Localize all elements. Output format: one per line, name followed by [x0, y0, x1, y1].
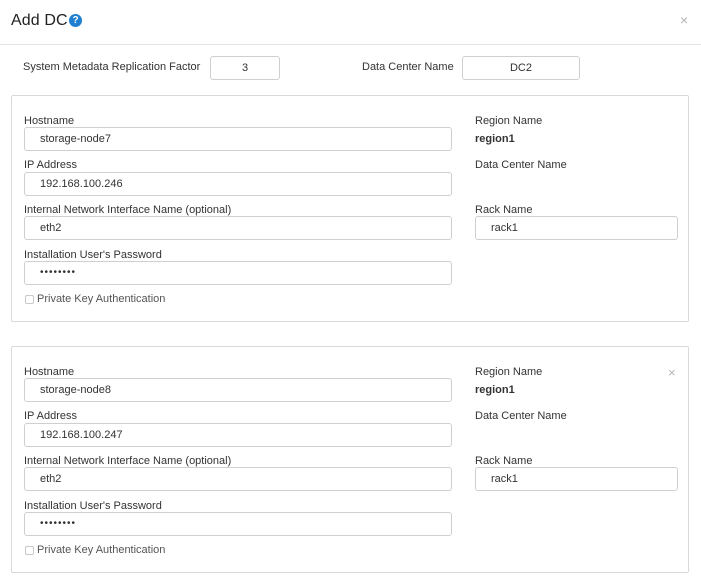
- dialog-title: Add DC: [11, 12, 68, 29]
- rack-name-input[interactable]: rack1: [475, 467, 678, 491]
- password-label: Installation User's Password: [24, 249, 162, 261]
- interface-name-label: Internal Network Interface Name (optiona…: [24, 455, 232, 467]
- private-key-label: Private Key Authentication: [37, 544, 166, 556]
- interface-name-input[interactable]: eth2: [24, 216, 452, 240]
- question-icon[interactable]: ?: [69, 14, 82, 27]
- hostname-label: Hostname: [24, 115, 75, 127]
- ip-address-label: IP Address: [24, 410, 77, 422]
- node-card: Hostname storage-node8 IP Address 192.16…: [11, 346, 689, 573]
- remove-node-icon[interactable]: ×: [668, 366, 676, 379]
- ip-address-label: IP Address: [24, 159, 77, 171]
- node-card: Hostname storage-node7 IP Address 192.16…: [11, 95, 689, 322]
- dc-name-node-label: Data Center Name: [475, 410, 567, 422]
- dc-name-node-label: Data Center Name: [475, 159, 567, 171]
- dialog-header: Add DC ? ×: [0, 0, 701, 45]
- private-key-checkbox[interactable]: [25, 295, 34, 304]
- password-input[interactable]: ••••••••: [24, 512, 452, 536]
- private-key-label: Private Key Authentication: [37, 293, 166, 305]
- rack-name-label: Rack Name: [475, 204, 533, 216]
- region-name-label: Region Name: [475, 366, 543, 378]
- replication-factor-label: System Metadata Replication Factor: [23, 61, 201, 73]
- replication-factor-input[interactable]: 3: [210, 56, 280, 80]
- region-name-label: Region Name: [475, 115, 543, 127]
- region-name-value: region1: [475, 384, 515, 396]
- dc-name-label: Data Center Name: [362, 61, 454, 73]
- interface-name-label: Internal Network Interface Name (optiona…: [24, 204, 232, 216]
- rack-name-label: Rack Name: [475, 455, 533, 467]
- hostname-label: Hostname: [24, 366, 75, 378]
- ip-address-input[interactable]: 192.168.100.247: [24, 423, 452, 447]
- rack-name-input[interactable]: rack1: [475, 216, 678, 240]
- hostname-input[interactable]: storage-node8: [24, 378, 452, 402]
- interface-name-input[interactable]: eth2: [24, 467, 452, 491]
- dc-name-input[interactable]: DC2: [462, 56, 580, 80]
- close-icon[interactable]: ×: [680, 13, 688, 27]
- hostname-input[interactable]: storage-node7: [24, 127, 452, 151]
- private-key-checkbox[interactable]: [25, 546, 34, 555]
- region-name-value: region1: [475, 133, 515, 145]
- password-label: Installation User's Password: [24, 500, 162, 512]
- password-input[interactable]: ••••••••: [24, 261, 452, 285]
- ip-address-input[interactable]: 192.168.100.246: [24, 172, 452, 196]
